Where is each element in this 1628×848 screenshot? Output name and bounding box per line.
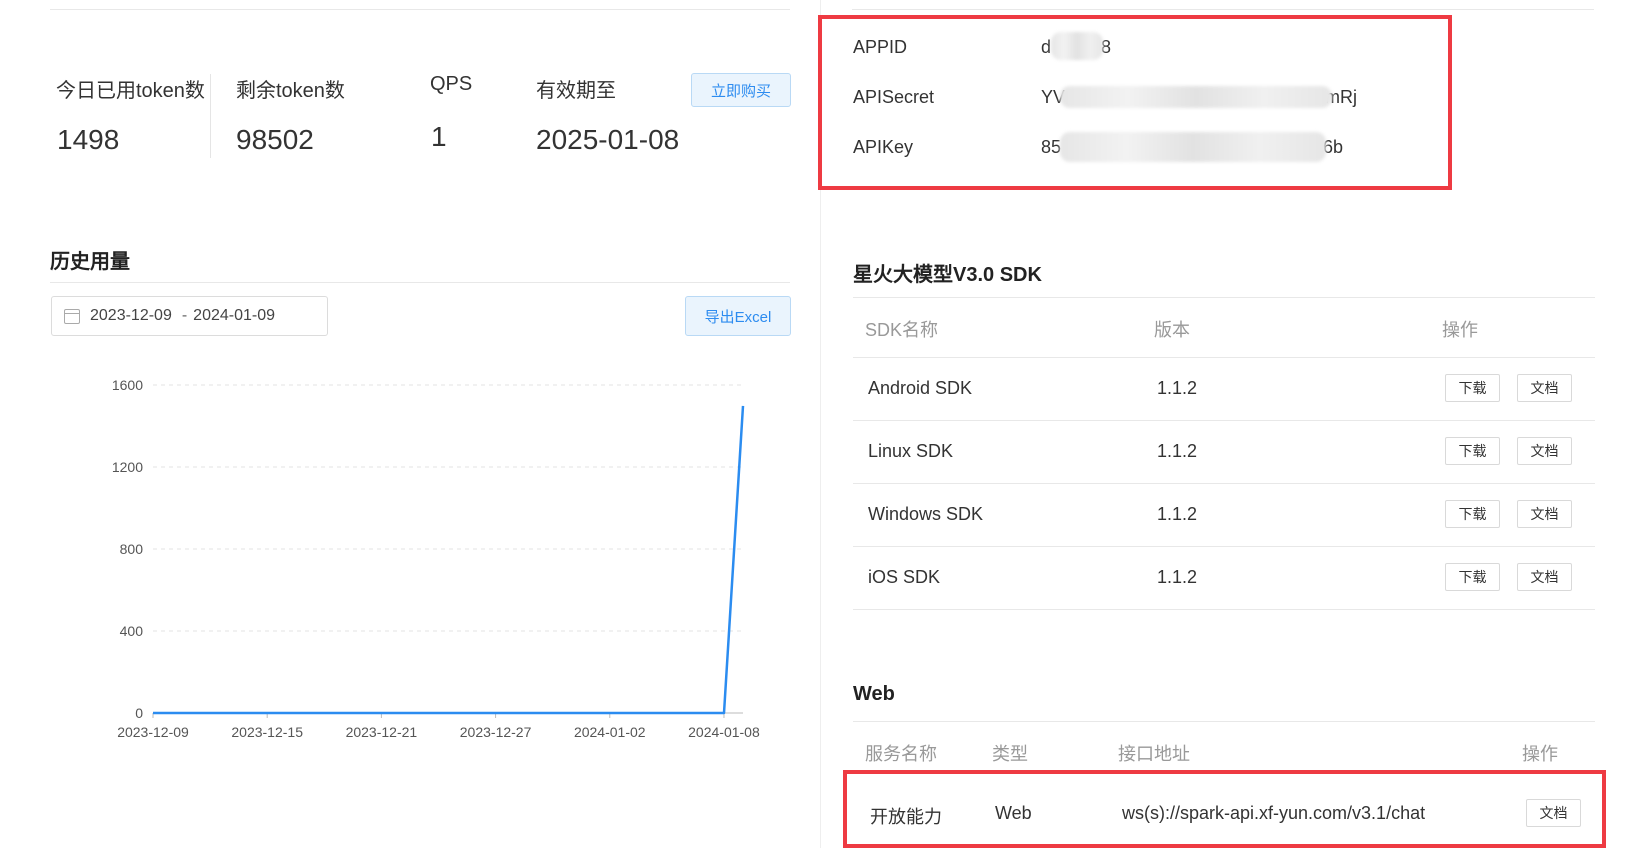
usage-series-line bbox=[153, 405, 745, 715]
y-tick-label: 1200 bbox=[112, 459, 143, 475]
sdk-header-version: 版本 bbox=[1154, 320, 1190, 340]
web-section-title: Web bbox=[853, 683, 895, 705]
sdk-header-name: SDK名称 bbox=[865, 320, 939, 340]
linux-sdk-docs-button[interactable]: 文档 bbox=[1517, 437, 1572, 465]
row-divider bbox=[853, 420, 1595, 421]
web-header-action: 操作 bbox=[1522, 744, 1558, 764]
sdk-name: Linux SDK bbox=[868, 441, 954, 461]
today-used-value: 1498 bbox=[57, 124, 120, 155]
sdk-name: iOS SDK bbox=[868, 567, 941, 587]
buy-now-button[interactable]: 立即购买 bbox=[691, 73, 791, 107]
remaining-label: 剩余token数 bbox=[236, 80, 345, 102]
appid-redaction bbox=[1051, 32, 1103, 60]
web-header-service: 服务名称 bbox=[865, 744, 937, 764]
x-tick-label: 2023-12-21 bbox=[346, 724, 418, 740]
x-tick-label: 2023-12-27 bbox=[460, 724, 532, 740]
x-tick-label: 2024-01-02 bbox=[574, 724, 646, 740]
apisecret-label: APISecret bbox=[853, 87, 935, 107]
row-divider bbox=[853, 483, 1595, 484]
date-separator: - bbox=[181, 307, 188, 324]
linux-sdk-download-button[interactable]: 下载 bbox=[1445, 437, 1500, 465]
x-tick-label: 2023-12-09 bbox=[117, 724, 189, 740]
today-used-label: 今日已用token数 bbox=[56, 80, 205, 102]
sdk-version: 1.1.2 bbox=[1157, 504, 1198, 524]
web-service-name: 开放能力 bbox=[870, 807, 942, 827]
ios-sdk-docs-button[interactable]: 文档 bbox=[1517, 563, 1572, 591]
top-divider-right bbox=[852, 9, 1594, 10]
appid-label: APPID bbox=[853, 37, 908, 57]
x-tick-label: 2024-01-08 bbox=[688, 724, 760, 740]
appid-prefix: d bbox=[1041, 37, 1052, 57]
remaining-value: 98502 bbox=[236, 124, 314, 155]
sdk-header-action: 操作 bbox=[1442, 320, 1478, 340]
top-divider-left bbox=[50, 9, 790, 10]
usage-line-chart: 0 400 800 1200 1600 2023-12-09 2023-12-15 2023-… bbox=[112, 377, 760, 740]
sdk-version: 1.1.2 bbox=[1157, 567, 1198, 587]
x-tick-label: 2023-12-15 bbox=[231, 724, 303, 740]
apikey-prefix: 85 bbox=[1041, 137, 1062, 157]
expire-value: 2025-01-08 bbox=[536, 124, 680, 155]
qps-value: 1 bbox=[431, 121, 447, 152]
date-end: 2024-01-09 bbox=[193, 307, 276, 324]
qps-label: QPS bbox=[430, 73, 473, 95]
sdk-version: 1.1.2 bbox=[1157, 441, 1198, 461]
history-title: 历史用量 bbox=[50, 251, 130, 273]
stat-divider bbox=[210, 74, 211, 158]
ios-sdk-download-button[interactable]: 下载 bbox=[1445, 563, 1500, 591]
web-header-url: 接口地址 bbox=[1118, 744, 1190, 764]
android-sdk-download-button[interactable]: 下载 bbox=[1445, 374, 1500, 402]
y-tick-label: 0 bbox=[135, 705, 143, 721]
sdk-header-divider bbox=[853, 357, 1595, 358]
y-tick-label: 400 bbox=[120, 623, 144, 639]
date-start: 2023-12-09 bbox=[90, 307, 172, 324]
row-divider bbox=[853, 546, 1595, 547]
windows-sdk-download-button[interactable]: 下载 bbox=[1445, 500, 1500, 528]
y-tick-label: 800 bbox=[120, 541, 144, 557]
web-title-divider bbox=[853, 721, 1595, 722]
sdk-title-divider bbox=[853, 297, 1595, 298]
apikey-label: APIKey bbox=[853, 137, 914, 157]
web-service-url[interactable]: ws(s)://spark-api.xf-yun.com/v3.1/chat bbox=[1122, 803, 1425, 824]
row-divider bbox=[853, 609, 1595, 610]
apikey-redaction bbox=[1060, 132, 1326, 162]
apikey-suffix: 6b bbox=[1323, 137, 1344, 157]
web-docs-button[interactable]: 文档 bbox=[1526, 799, 1581, 827]
date-range-picker[interactable]: 2023-12-09 - 2024-01-09 bbox=[51, 296, 328, 336]
y-tick-label: 1600 bbox=[112, 377, 143, 393]
expire-label: 有效期至 bbox=[536, 80, 616, 102]
sdk-version: 1.1.2 bbox=[1157, 378, 1198, 398]
sdk-name: Windows SDK bbox=[868, 504, 984, 524]
sdk-name: Android SDK bbox=[868, 378, 973, 398]
windows-sdk-docs-button[interactable]: 文档 bbox=[1517, 500, 1572, 528]
calendar-icon bbox=[64, 308, 80, 324]
android-sdk-docs-button[interactable]: 文档 bbox=[1517, 374, 1572, 402]
web-service-type: Web bbox=[995, 803, 1032, 823]
history-divider bbox=[50, 282, 790, 283]
web-header-type: 类型 bbox=[992, 744, 1028, 764]
export-excel-button[interactable]: 导出Excel bbox=[685, 296, 791, 336]
sdk-section-title: 星火大模型V3.0 SDK bbox=[853, 264, 1042, 286]
apisecret-redaction bbox=[1060, 86, 1332, 108]
